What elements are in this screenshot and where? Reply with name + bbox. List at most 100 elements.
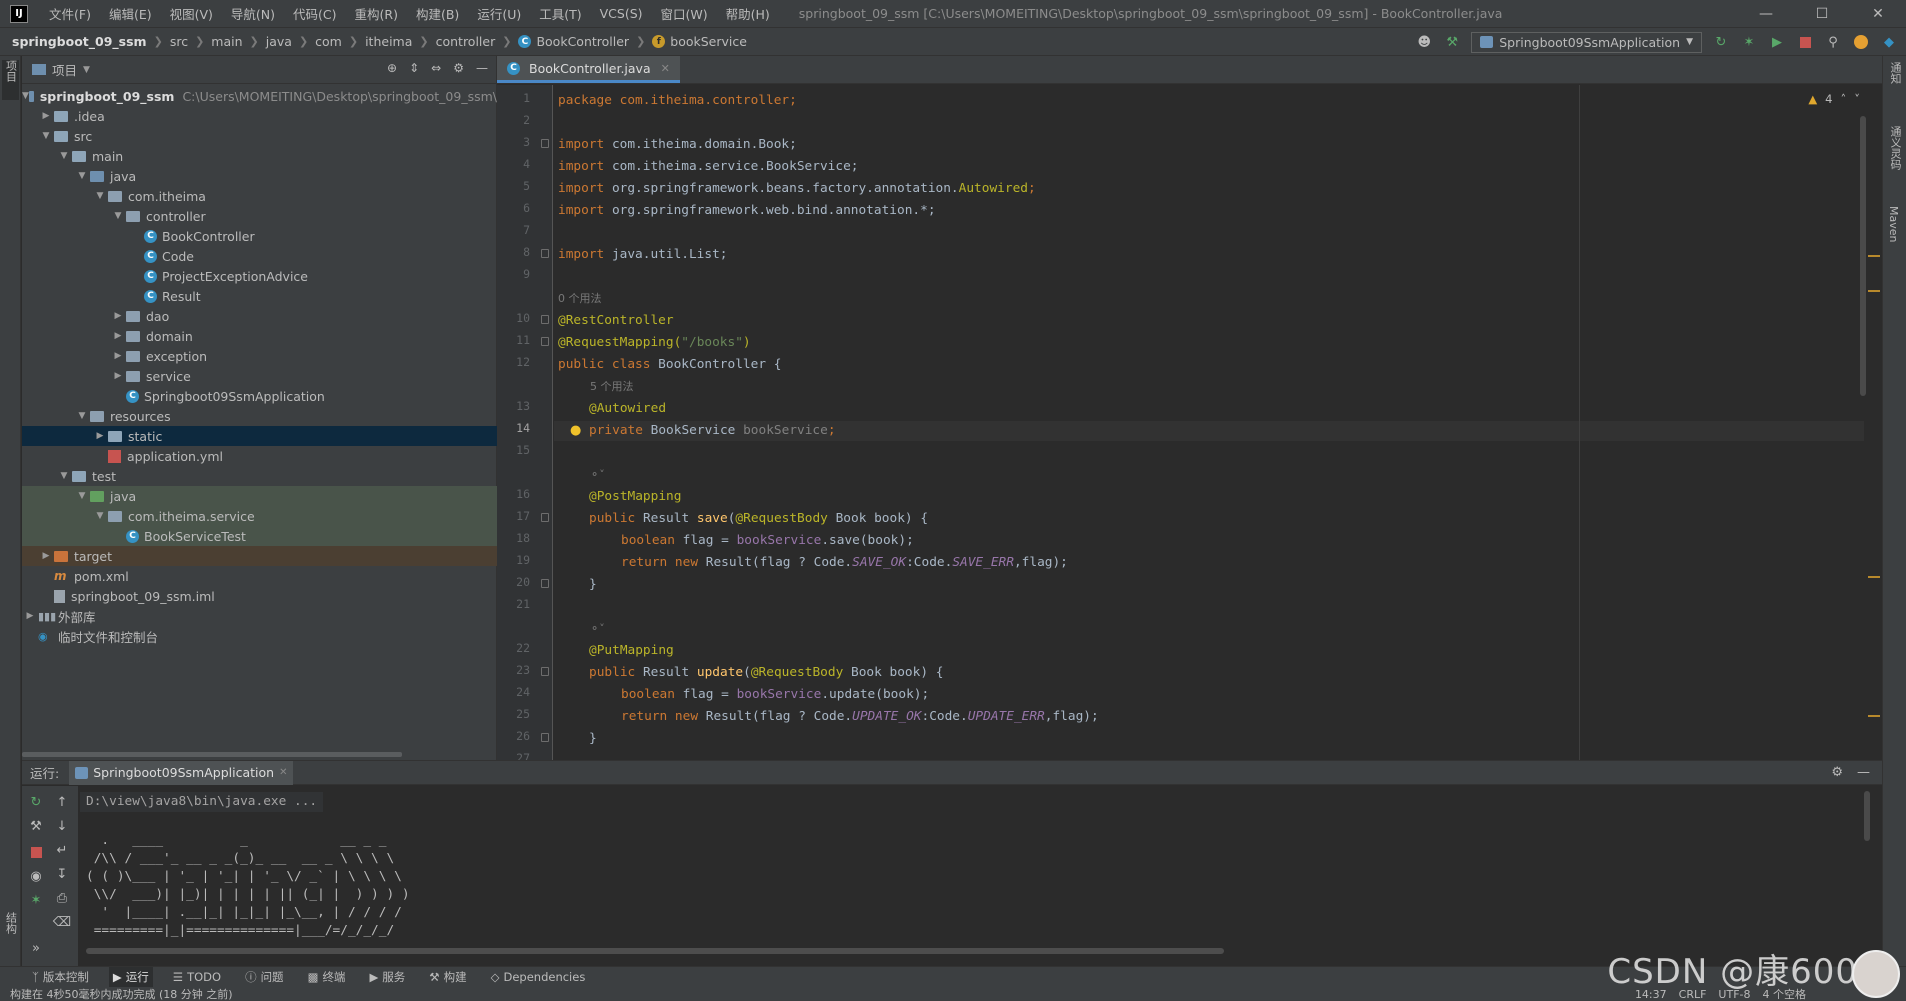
tool-button-run[interactable]: ▶ 运行: [108, 966, 153, 988]
minimize-icon[interactable]: —: [1738, 0, 1794, 28]
chevron-down-icon[interactable]: ▼: [74, 171, 90, 181]
tree-row-result[interactable]: C Result: [22, 286, 497, 306]
tree-row-root[interactable]: ▼ springboot_09_ssm C:\Users\MOMEITING\D…: [22, 86, 497, 106]
fold-marker-icon[interactable]: [541, 513, 549, 522]
fold-marker-icon[interactable]: [541, 667, 549, 676]
project-panel-title[interactable]: 项目: [52, 60, 77, 79]
tree-row-test[interactable]: ▼ test: [22, 466, 497, 486]
menu-refactor[interactable]: 重构(R): [346, 4, 407, 23]
close-icon[interactable]: ✕: [1850, 0, 1906, 28]
breadcrumb-main[interactable]: main: [211, 34, 242, 49]
usages-hint[interactable]: 5 个用法: [590, 377, 634, 397]
menu-file[interactable]: 文件(F): [40, 4, 100, 23]
hide-icon[interactable]: —: [476, 61, 488, 75]
tool-button-terminal[interactable]: ▩ 终端: [304, 967, 350, 988]
chevron-down-icon[interactable]: ˅: [1854, 92, 1860, 106]
camera-icon[interactable]: ◉: [26, 866, 46, 886]
arrow-down-icon[interactable]: ↓: [52, 816, 72, 836]
chevron-down-icon[interactable]: ▼: [92, 511, 108, 521]
stop-icon[interactable]: [1796, 33, 1814, 51]
tree-row-projectexceptionadvice[interactable]: C ProjectExceptionAdvice: [22, 266, 497, 286]
run-tab[interactable]: Springboot09SsmApplication ✕: [69, 760, 294, 785]
coverage-icon[interactable]: ▶: [1768, 33, 1786, 51]
editor-tab-bookcontroller[interactable]: C BookController.java ✕: [497, 56, 680, 83]
console-horizontal-scrollbar[interactable]: [86, 948, 1224, 954]
chevron-down-icon[interactable]: ▼: [74, 411, 90, 421]
update-icon[interactable]: [1852, 33, 1870, 51]
menu-code[interactable]: 代码(C): [284, 4, 345, 23]
lightbulb-icon[interactable]: ●: [570, 423, 581, 438]
warning-marker[interactable]: [1868, 576, 1880, 578]
endpoint-icon[interactable]: ⚬˅: [590, 619, 605, 639]
menu-tools[interactable]: 工具(T): [530, 4, 590, 23]
menu-window[interactable]: 窗口(W): [652, 4, 717, 23]
trash-icon[interactable]: ⌫: [52, 912, 72, 932]
tree-row-dao[interactable]: ▶ dao: [22, 306, 497, 326]
breadcrumb-src[interactable]: src: [170, 34, 188, 49]
tool-tab-structure[interactable]: 结构: [2, 912, 19, 934]
chevron-right-icon[interactable]: ▶: [38, 551, 54, 561]
tree-row-test-java[interactable]: ▼ java: [22, 486, 497, 506]
tool-button-vcs[interactable]: ᛉ 版本控制: [28, 967, 93, 988]
tree-row-idea[interactable]: ▶ .idea: [22, 106, 497, 126]
menu-vcs[interactable]: VCS(S): [591, 6, 652, 21]
tree-row-com-itheima[interactable]: ▼ com.itheima: [22, 186, 497, 206]
more-icon[interactable]: »: [26, 938, 46, 958]
tool-tab-project[interactable]: 项目: [2, 60, 19, 100]
tree-row-controller[interactable]: ▼ controller: [22, 206, 497, 226]
tree-row-resources[interactable]: ▼ resources: [22, 406, 497, 426]
chevron-right-icon[interactable]: ▶: [38, 111, 54, 121]
tool-tab-assistant[interactable]: 通义灵码: [1887, 126, 1903, 170]
tree-row-target[interactable]: ▶ target: [22, 546, 497, 566]
maximize-icon[interactable]: ☐: [1794, 0, 1850, 28]
tool-button-problems[interactable]: ⓘ 问题: [241, 967, 288, 988]
tool-tab-notifications[interactable]: 通知: [1887, 62, 1903, 84]
breadcrumb-project[interactable]: springboot_09_ssm: [12, 34, 147, 49]
plugin-icon[interactable]: ◆: [1880, 33, 1898, 51]
warning-marker[interactable]: [1868, 255, 1880, 257]
chevron-down-icon[interactable]: ▼: [92, 191, 108, 201]
tree-row-src[interactable]: ▼ src: [22, 126, 497, 146]
chevron-right-icon[interactable]: ▶: [22, 611, 38, 621]
inspection-widget[interactable]: ▲ 4 ˄ ˅: [1808, 92, 1860, 106]
tool-button-build[interactable]: ⚒ 构建: [425, 967, 470, 988]
build-hammer-icon[interactable]: ⚒: [1443, 33, 1461, 51]
breadcrumb-itheima[interactable]: itheima: [365, 34, 412, 49]
expand-all-icon[interactable]: ⇕: [409, 61, 419, 75]
chevron-right-icon[interactable]: ▶: [92, 431, 108, 441]
fold-marker-icon[interactable]: [541, 249, 549, 258]
rerun-icon[interactable]: ↻: [26, 792, 46, 812]
console-output[interactable]: D:\view\java8\bin\java.exe ... . ____ _ …: [80, 786, 1870, 956]
tree-row-java[interactable]: ▼ java: [22, 166, 497, 186]
chevron-down-icon[interactable]: ▼: [110, 211, 126, 221]
tree-row-code[interactable]: C Code: [22, 246, 497, 266]
run-config-select[interactable]: Springboot09SsmApplication ▼: [1471, 31, 1702, 53]
chevron-down-icon[interactable]: ▼: [38, 131, 54, 141]
menu-run[interactable]: 运行(U): [468, 4, 530, 23]
tree-row-main[interactable]: ▼ main: [22, 146, 497, 166]
chevron-right-icon[interactable]: ▶: [110, 351, 126, 361]
chevron-down-icon[interactable]: ▼: [83, 65, 90, 75]
fold-marker-icon[interactable]: [541, 337, 549, 346]
tool-tab-maven[interactable]: Maven: [1887, 206, 1900, 242]
tool-button-services[interactable]: ▶ 服务: [365, 967, 409, 988]
rerun-icon[interactable]: ↻: [1712, 33, 1730, 51]
warning-marker[interactable]: [1868, 715, 1880, 717]
fold-marker-icon[interactable]: [541, 733, 549, 742]
tree-row-external-libraries[interactable]: ▶ ▮▮▮ 外部库: [22, 606, 497, 626]
code-area[interactable]: package com.itheima.controller; import c…: [554, 85, 1864, 760]
tree-row-exception[interactable]: ▶ exception: [22, 346, 497, 366]
tree-row-iml[interactable]: springboot_09_ssm.iml: [22, 586, 497, 606]
menu-navigate[interactable]: 导航(N): [222, 4, 284, 23]
stop-icon[interactable]: [26, 842, 46, 862]
menu-help[interactable]: 帮助(H): [717, 4, 779, 23]
tree-row-pom-xml[interactable]: m pom.xml: [22, 566, 497, 586]
collapse-all-icon[interactable]: ⇔: [431, 61, 441, 75]
breadcrumb-controller[interactable]: controller: [436, 34, 496, 49]
tree-row-scratches[interactable]: ◉ 临时文件和控制台: [22, 626, 497, 646]
chevron-down-icon[interactable]: ▼: [56, 471, 72, 481]
hide-icon[interactable]: —: [1857, 765, 1870, 780]
menu-view[interactable]: 视图(V): [161, 4, 222, 23]
wrench-icon[interactable]: ⚒: [26, 816, 46, 836]
gear-icon[interactable]: ⚙: [453, 61, 464, 75]
